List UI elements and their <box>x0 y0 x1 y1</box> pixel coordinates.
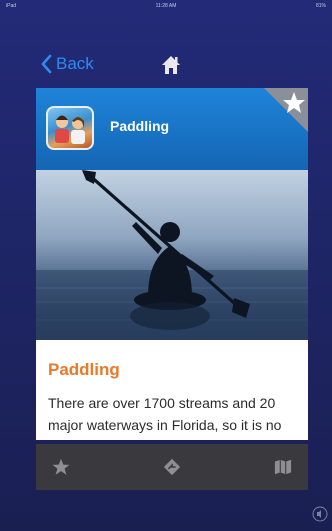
card-header-title: Paddling <box>110 118 170 134</box>
paddling-thumbnail <box>46 106 94 150</box>
chevron-left-icon <box>41 54 52 74</box>
people-photo-icon <box>55 115 85 144</box>
favorite-star-icon[interactable] <box>264 88 308 132</box>
kayak-photo <box>36 170 308 340</box>
home-icon[interactable] <box>160 54 182 76</box>
back-button[interactable]: Back <box>40 54 94 74</box>
tab-bar <box>36 444 308 490</box>
map-marker-icon[interactable] <box>163 458 181 476</box>
back-label: Back <box>56 54 94 73</box>
app-screen: iPad 11:28 AM 81% Back Paddling Paddling… <box>0 0 332 531</box>
section-body: There are over 1700 streams and 20 major… <box>48 395 282 440</box>
carrier-label: iPad <box>6 3 17 9</box>
clock-label: 11:28 AM <box>155 3 177 9</box>
card-header: Paddling <box>36 88 308 170</box>
card-content: Paddling There are over 1700 streams and… <box>36 340 308 440</box>
nav-bar: Back <box>0 48 332 84</box>
star-icon[interactable] <box>52 458 70 476</box>
battery-label: 81% <box>315 3 326 9</box>
speaker-icon <box>312 506 328 522</box>
section-title: Paddling <box>48 360 120 379</box>
kayaker-silhouette-image <box>36 170 308 340</box>
activity-card: Paddling Paddling There are over 1700 st… <box>36 88 308 440</box>
status-bar: iPad 11:28 AM 81% <box>0 0 332 12</box>
map-icon[interactable] <box>274 458 292 476</box>
